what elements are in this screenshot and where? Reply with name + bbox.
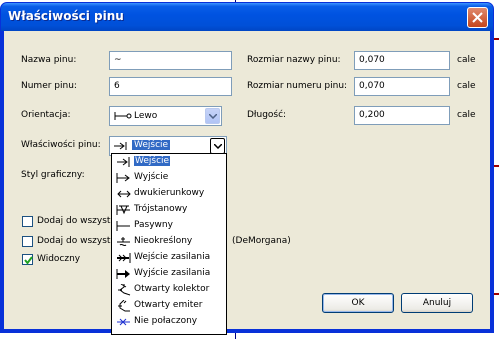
dropdown-item-bidirectional[interactable]: dwukierunkowy — [113, 187, 225, 202]
dialog-client-area: Nazwa pinu: ~ Numer pinu: 6 Orientacja: … — [4, 31, 490, 329]
open-collector-icon — [118, 284, 131, 296]
pin-name-input[interactable]: ~ — [109, 51, 232, 70]
dialog-title: Właściwości pinu — [8, 9, 124, 23]
add-to-all-label: Dodaj do wszyst — [37, 216, 111, 226]
graphic-style-label: Styl graficzny: — [21, 170, 85, 180]
length-input[interactable]: 0,200 — [354, 106, 450, 125]
output-arrow-icon — [116, 173, 130, 183]
ok-button[interactable]: OK — [322, 293, 394, 313]
dropdown-item-label: Wejście zasilania — [134, 252, 211, 262]
name-size-input[interactable]: 0,070 — [354, 51, 450, 70]
pin-type-dropdown-list: Wejście Wyjście dwukierunkowy Trójstanow… — [111, 153, 227, 335]
input-arrow-icon — [117, 157, 130, 167]
close-icon — [472, 12, 483, 23]
pin-number-label: Numer pinu: — [21, 81, 77, 91]
power-input-icon — [117, 253, 131, 263]
name-size-label: Rozmiar nazwy pinu: — [247, 55, 341, 65]
unit-label: cale — [457, 55, 476, 65]
dropdown-item-label: Otwarty emiter — [134, 300, 203, 310]
pin-properties-dialog: Właściwości pinu Nazwa pinu: ~ Numer pin… — [0, 2, 494, 333]
open-emitter-icon — [118, 300, 130, 312]
bidirectional-icon — [117, 190, 131, 198]
add-to-all-demorgan-label: Dodaj do wszyst — [37, 236, 111, 246]
power-output-icon — [116, 269, 130, 279]
dropdown-item-tristate[interactable]: Trójstanowy — [113, 203, 225, 218]
number-size-label: Rozmiar numeru pinu: — [247, 81, 348, 91]
add-to-all-checkbox[interactable] — [22, 216, 33, 227]
orientation-select[interactable]: Lewo — [109, 106, 222, 126]
dropdown-item-label: Wyjście zasilania — [134, 268, 211, 278]
pin-name-label: Nazwa pinu: — [21, 55, 77, 65]
pin-props-label: Właściwości pinu: — [21, 140, 101, 150]
tristate-icon — [116, 205, 130, 215]
dropdown-item-label: Pasywny — [134, 220, 173, 230]
dropdown-item-label: Wejście — [134, 156, 171, 166]
dropdown-item-unspecified[interactable]: Nieokreślony — [113, 235, 225, 250]
chevron-down-icon — [209, 114, 217, 119]
dropdown-item-open-emitter[interactable]: Otwarty emiter — [113, 299, 225, 314]
dropdown-item-open-collector[interactable]: Otwarty kolektor — [113, 283, 225, 298]
close-button[interactable] — [467, 7, 488, 28]
dropdown-arrow[interactable] — [205, 108, 220, 124]
pin-number-input[interactable]: 6 — [109, 77, 232, 96]
visible-label: Widoczny — [37, 254, 81, 264]
dropdown-item-output[interactable]: Wyjście — [113, 171, 225, 186]
orientation-value: Lewo — [134, 111, 158, 121]
dropdown-item-power-input[interactable]: Wejście zasilania — [113, 251, 225, 266]
length-label: Długość: — [247, 110, 287, 120]
dropdown-item-not-connected[interactable]: Nie połaczony — [113, 315, 225, 330]
title-bar[interactable]: Właściwości pinu — [1, 3, 493, 31]
checkmark-icon — [24, 256, 33, 265]
visible-checkbox[interactable] — [22, 254, 33, 265]
unspecified-icon — [117, 237, 130, 247]
add-to-all-demorgan-checkbox[interactable] — [22, 236, 33, 247]
dropdown-item-label: Nie połaczony — [134, 316, 198, 326]
demorgan-suffix: (DeMorgana) — [232, 236, 291, 246]
dropdown-item-label: Otwarty kolektor — [134, 284, 210, 294]
dropdown-item-label: Wyjście — [134, 172, 169, 182]
pin-left-icon — [114, 112, 132, 120]
passive-icon — [116, 221, 130, 231]
input-arrow-icon — [114, 142, 127, 150]
dropdown-item-label: Trójstanowy — [134, 204, 188, 214]
dropdown-item-label: dwukierunkowy — [134, 188, 205, 198]
dropdown-item-label: Nieokreślony — [134, 236, 193, 246]
unit-label: cale — [457, 81, 476, 91]
chevron-down-icon — [214, 144, 222, 149]
orientation-label: Orientacja: — [21, 110, 71, 120]
cancel-button[interactable]: Anuluj — [401, 293, 473, 313]
number-size-input[interactable]: 0,070 — [354, 77, 450, 96]
dropdown-item-input[interactable]: Wejście — [113, 155, 225, 170]
not-connected-icon — [117, 318, 130, 326]
unit-label: cale — [457, 110, 476, 120]
dropdown-arrow[interactable] — [210, 138, 225, 154]
dropdown-item-power-output[interactable]: Wyjście zasilania — [113, 267, 225, 282]
pin-type-value: Wejście — [132, 140, 171, 150]
dropdown-item-passive[interactable]: Pasywny — [113, 219, 225, 234]
